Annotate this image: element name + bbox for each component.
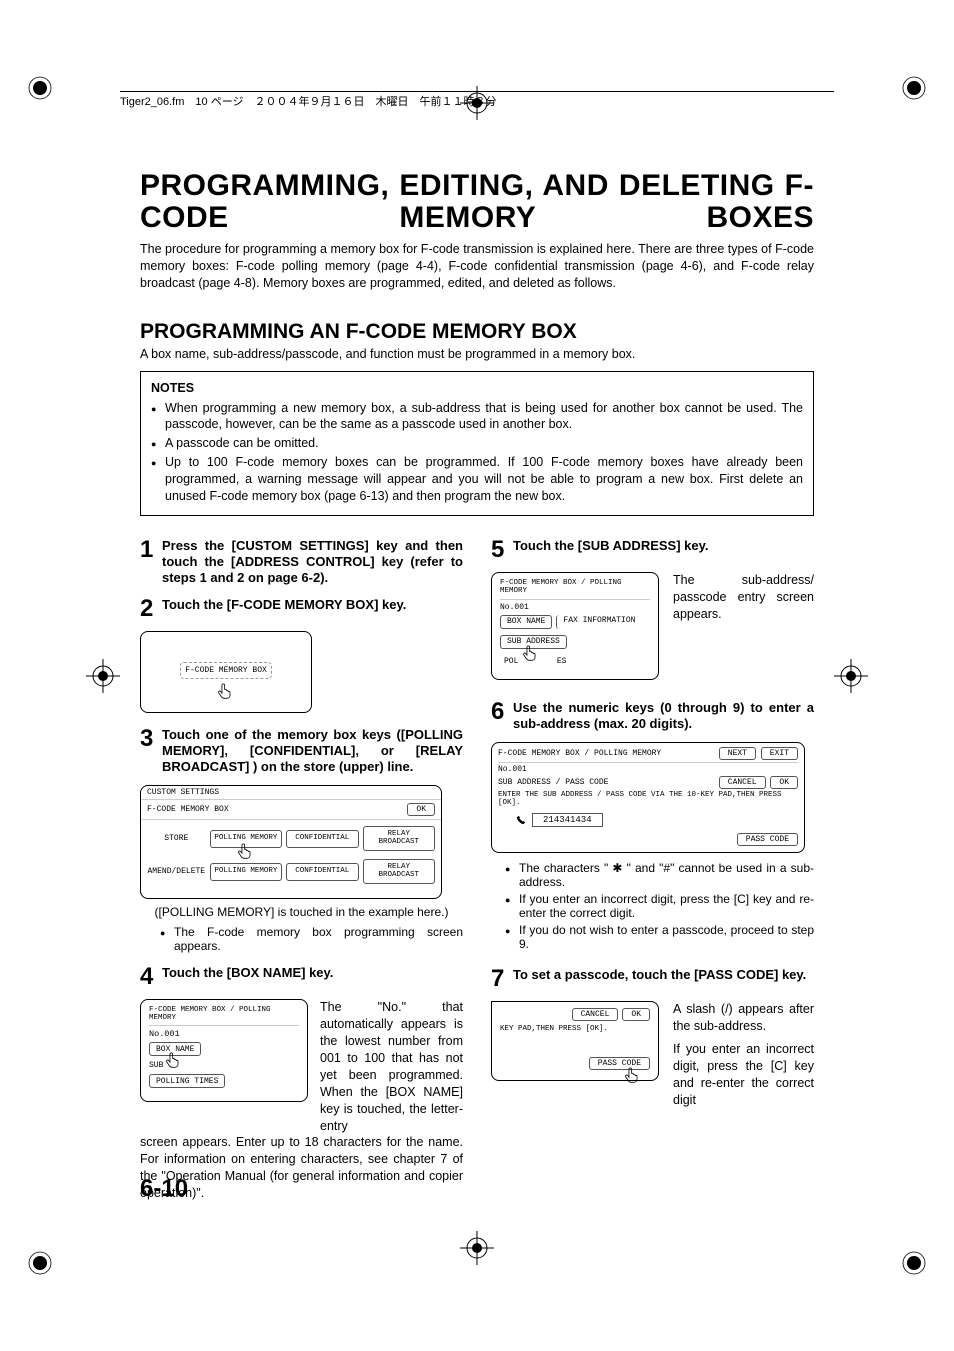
step-3-note: ([POLLING MEMORY] is touched in the exam…: [140, 905, 463, 919]
ok-button: OK: [770, 776, 798, 789]
sub-passcode-label: SUB ADDRESS / PASS CODE: [498, 778, 608, 787]
step-6-bullets: The characters " ✱ " and "#" cannot be u…: [491, 861, 814, 951]
step-5-text: Touch the [SUB ADDRESS] key.: [513, 538, 709, 562]
step-2-text: Touch the [F-CODE MEMORY BOX] key.: [162, 597, 406, 621]
box-number: No.001: [498, 762, 798, 774]
crop-mark-icon: [28, 76, 52, 100]
custom-settings-label: CUSTOM SETTINGS: [141, 786, 441, 800]
step-number: 5: [491, 538, 513, 562]
screen-path: F-CODE MEMORY BOX / POLLING MEMORY: [149, 1006, 299, 1022]
screen-step5: F-CODE MEMORY BOX / POLLING MEMORY No.00…: [491, 572, 659, 680]
step-5-para: The sub-address/ passcode entry screen a…: [673, 572, 814, 623]
step-4-para-cont: screen appears. Enter up to 18 character…: [140, 1134, 463, 1202]
confidential-tile: CONFIDENTIAL: [286, 863, 358, 881]
screen-step2: F-CODE MEMORY BOX: [140, 631, 312, 713]
cancel-button: CANCEL: [719, 776, 766, 789]
amend-delete-label: AMEND/DELETE: [147, 867, 206, 876]
ok-button: OK: [407, 803, 435, 816]
box-number: No.001: [500, 599, 650, 612]
step-7-text: To set a passcode, touch the [PASS CODE]…: [513, 967, 806, 991]
cancel-button: CANCEL: [572, 1008, 619, 1021]
step-3-text: Touch one of the memory box keys ([POLLI…: [162, 727, 463, 776]
confidential-tile: CONFIDENTIAL: [286, 830, 358, 848]
store-label: STORE: [147, 834, 206, 843]
fcode-memory-box-key: F-CODE MEMORY BOX: [180, 662, 272, 679]
box-number: No.001: [149, 1025, 299, 1039]
hand-pointer-icon: [237, 843, 255, 859]
hand-pointer-icon: [217, 683, 235, 699]
section-title: PROGRAMMING AN F-CODE MEMORY BOX: [140, 320, 814, 344]
step-number: 4: [140, 965, 162, 989]
polling-memory-tile: POLLING MEMORY: [210, 830, 282, 848]
screen-step3: CUSTOM SETTINGS F-CODE MEMORY BOX OK STO…: [140, 785, 442, 899]
registration-mark-icon: [834, 659, 868, 693]
entered-value: 214341434: [532, 813, 603, 827]
notes-heading: NOTES: [151, 380, 803, 397]
screen-title: F-CODE MEMORY BOX: [147, 805, 229, 814]
fax-info-button: FAX INFORMATION: [556, 615, 641, 629]
crop-mark-icon: [902, 1251, 926, 1275]
step-7-para2: If you enter an incorrect digit, press t…: [673, 1041, 814, 1109]
crop-mark-icon: [902, 76, 926, 100]
registration-mark-icon: [86, 659, 120, 693]
step-number: 2: [140, 597, 162, 621]
notes-box: NOTES When programming a new memory box,…: [140, 371, 814, 516]
passcode-button: PASS CODE: [737, 833, 798, 846]
relay-broadcast-tile: RELAY BROADCAST: [363, 826, 435, 851]
instruction-partial: KEY PAD,THEN PRESS [OK].: [500, 1025, 650, 1033]
step-3-bullet: The F-code memory box programming screen…: [160, 925, 463, 953]
step-6-bullet: The characters " ✱ " and "#" cannot be u…: [505, 861, 814, 889]
next-button: NEXT: [719, 747, 756, 760]
phone-icon: [516, 815, 526, 825]
polling-memory-tile: POLLING MEMORY: [210, 863, 282, 881]
step-6-bullet: If you do not wish to enter a passcode, …: [505, 923, 814, 951]
notes-item: Up to 100 F-code memory boxes can be pro…: [151, 454, 803, 505]
notes-item: A passcode can be omitted.: [151, 435, 803, 452]
step-number: 3: [140, 727, 162, 776]
screen-step4: F-CODE MEMORY BOX / POLLING MEMORY No.00…: [140, 999, 308, 1102]
instruction-message: ENTER THE SUB ADDRESS / PASS CODE VIA TH…: [498, 791, 798, 807]
step-6-bullet: If you enter an incorrect digit, press t…: [505, 892, 814, 920]
hand-pointer-icon: [165, 1052, 183, 1068]
screen-step7: CANCEL OK KEY PAD,THEN PRESS [OK]. PASS …: [491, 1001, 659, 1081]
page-header-meta: Tiger2_06.fm 10 ページ ２００４年９月１６日 木曜日 午前１１時…: [120, 91, 834, 109]
step-number: 7: [491, 967, 513, 991]
step-1-text: Press the [CUSTOM SETTINGS] key and then…: [162, 538, 463, 587]
hand-pointer-icon: [522, 645, 540, 661]
crop-mark-icon: [28, 1251, 52, 1275]
ok-button: OK: [622, 1008, 650, 1021]
step-number: 1: [140, 538, 162, 587]
section-subtitle: A box name, sub-address/passcode, and fu…: [140, 347, 814, 361]
screen-path: F-CODE MEMORY BOX / POLLING MEMORY: [498, 749, 661, 758]
step-7-para1: A slash (/) appears after the sub-addres…: [673, 1001, 814, 1035]
step-4-text: Touch the [BOX NAME] key.: [162, 965, 333, 989]
notes-item: When programming a new memory box, a sub…: [151, 400, 803, 434]
hand-pointer-icon: [624, 1067, 642, 1083]
exit-button: EXIT: [761, 747, 798, 760]
step-number: 6: [491, 700, 513, 733]
box-name-button: BOX NAME: [500, 615, 552, 629]
registration-mark-icon: [460, 1231, 494, 1265]
intro-paragraph: The procedure for programming a memory b…: [140, 241, 814, 292]
screen-path: F-CODE MEMORY BOX / POLLING MEMORY: [500, 579, 650, 595]
page-number: 6-10: [140, 1175, 188, 1203]
screen-step6: F-CODE MEMORY BOX / POLLING MEMORY NEXT …: [491, 742, 805, 853]
step-6-text: Use the numeric keys (0 through 9) to en…: [513, 700, 814, 733]
polling-times-button: POLLING TIMES: [149, 1074, 225, 1088]
step-4-para-start: The "No." that automatically appears is …: [320, 999, 463, 1134]
relay-broadcast-tile: RELAY BROADCAST: [363, 859, 435, 884]
page-title: PROGRAMMING, EDITING, AND DELETING F-COD…: [140, 170, 814, 233]
